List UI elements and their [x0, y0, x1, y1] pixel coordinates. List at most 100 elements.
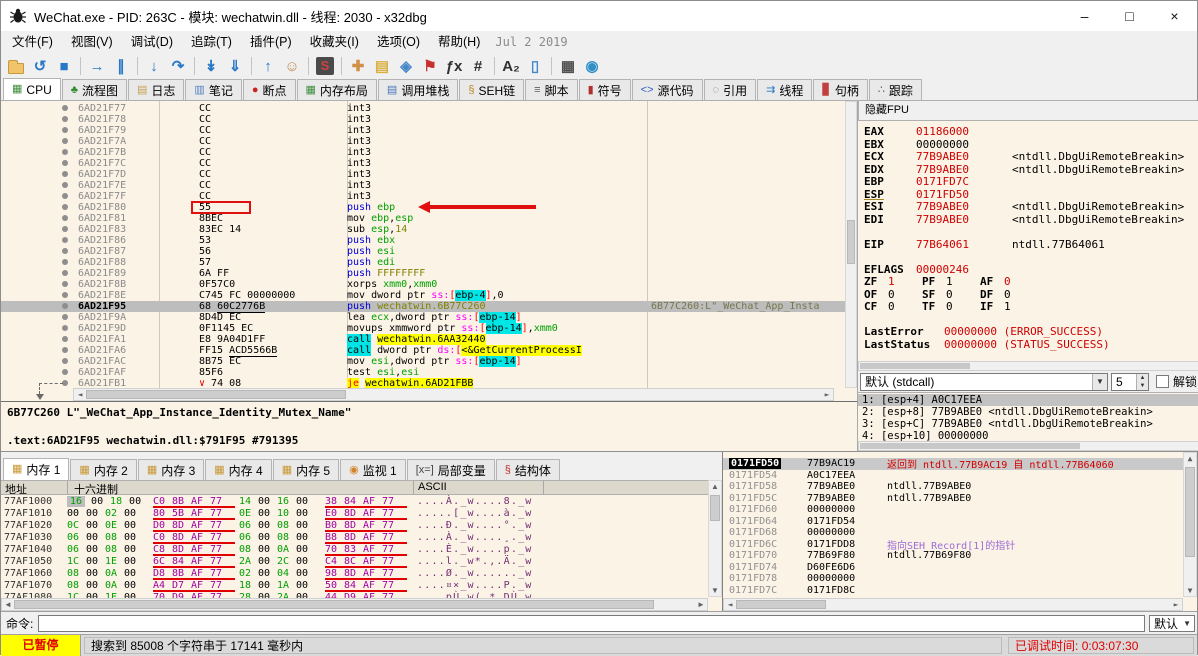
tab-cpu[interactable]: ▦ CPU: [3, 78, 61, 100]
trace-into-icon[interactable]: ↡: [200, 55, 222, 77]
argument-row[interactable]: 1: [esp+4] A0C17EEA: [858, 394, 1198, 406]
disasm-row[interactable]: 6AD21F8B 0F57C0 xorps xmm0,xmm0: [1, 279, 845, 290]
register-value[interactable]: 77B64061: [916, 238, 1012, 251]
disasm-row[interactable]: 6AD21F78 CC int3: [1, 114, 845, 125]
menu-item[interactable]: 选项(O): [368, 35, 429, 49]
register-value[interactable]: 77B9ABE0: [916, 200, 1012, 213]
breakpoint-dot-icon[interactable]: [57, 367, 73, 378]
stop-icon[interactable]: ■: [53, 55, 75, 77]
tab-log[interactable]: ▤ 日志: [127, 79, 185, 100]
bookmarks-icon[interactable]: ⚑: [419, 55, 441, 77]
register-value[interactable]: 0171FD7C: [916, 175, 1012, 188]
register-value[interactable]: 00000246: [916, 263, 1012, 276]
dump-row[interactable]: 77AF1040 06 00 08 00 C8 8D AF 77 08 00 0A 00 70 83 AF 77…: [1, 544, 722, 556]
dump-hscrollbar[interactable]: ◄ ►: [1, 598, 708, 611]
register-value[interactable]: 00000000 (STATUS_SUCCESS): [944, 338, 1110, 351]
restart-icon[interactable]: ↺: [29, 55, 51, 77]
flag-name[interactable]: PF: [922, 275, 946, 288]
command-input[interactable]: [38, 614, 1145, 632]
breakpoint-dot-icon[interactable]: [57, 191, 73, 202]
register-name[interactable]: LastStatus: [864, 338, 944, 351]
disasm-row[interactable]: 6AD21F7C CC int3: [1, 158, 845, 169]
register-name[interactable]: EBX: [864, 138, 916, 151]
calculator-icon[interactable]: ▦: [557, 55, 579, 77]
argument-row[interactable]: 2: [esp+8] 77B9ABE0 <ntdll.DbgUiRemoteBr…: [858, 406, 1198, 418]
breakpoint-dot-icon[interactable]: [57, 169, 73, 180]
tab-struct[interactable]: § 结构体: [495, 459, 560, 480]
dump-row[interactable]: 77AF1020 0C 00 0E 00 D0 8D AF 77 06 00 08 00 B0 8D AF 77…: [1, 520, 722, 532]
dump-row[interactable]: 77AF1060 08 00 0A 00 D8 8B AF 77 02 00 04 00 98 8D AF 77…: [1, 568, 722, 580]
functions-icon[interactable]: ƒx: [443, 55, 465, 77]
flag-name[interactable]: AF: [980, 275, 1004, 288]
disasm-row[interactable]: 6AD21F9D 0F1145 EC movups xmmword ptr ss:[…: [1, 323, 845, 334]
flag-value[interactable]: 0: [946, 300, 980, 313]
stack-hscrollbar[interactable]: ◄ ►: [723, 598, 1183, 611]
tab-dump-5[interactable]: ▦ 内存 5: [272, 459, 340, 480]
breakpoint-dot-icon[interactable]: [57, 147, 73, 158]
dump-row[interactable]: 77AF1070 08 00 0A 00 A4 D7 AF 77 18 00 1A 00 50 84 AF 77…: [1, 580, 722, 592]
disasm-row[interactable]: 6AD21F95 68 60C2776B push wechatwin.6B77C2…: [1, 301, 845, 313]
dump-row[interactable]: 77AF1050 1C 00 1E 00 6C 84 AF 77 2A 00 2C 00 C4 8C AF 77…: [1, 556, 722, 568]
breakpoint-dot-icon[interactable]: [57, 125, 73, 136]
menu-item[interactable]: 调试(D): [122, 35, 182, 49]
flag-name[interactable]: OF: [864, 288, 888, 301]
breakpoint-dot-icon[interactable]: [57, 268, 73, 279]
stack-pane[interactable]: 0171FD50 77B9AC19 返回到 ntdll.77B9AC19 自 ntd…: [723, 452, 1197, 611]
disasm-row[interactable]: 6AD21F83 83EC 14 sub esp,14: [1, 224, 845, 235]
az-icon[interactable]: A₂: [500, 55, 522, 77]
register-name[interactable]: EIP: [864, 238, 916, 251]
tab-notes[interactable]: ▥ 笔记: [185, 79, 242, 100]
stack-row[interactable]: 0171FD6C 0171FDD8 指向SEH_Record[1]的指针: [723, 539, 1197, 552]
register-name[interactable]: EAX: [864, 125, 916, 138]
tab-references[interactable]: ◌ 引用: [703, 79, 757, 100]
stack-vscrollbar[interactable]: ▲ ▼: [1183, 452, 1197, 597]
menu-item[interactable]: 追踪(T): [182, 35, 241, 49]
breakpoint-dot-icon[interactable]: [57, 213, 73, 224]
register-value[interactable]: 00000000: [916, 138, 1012, 151]
disasm-row[interactable]: 6AD21F87 56 push esi: [1, 246, 845, 257]
disassembly-pane[interactable]: 6AD21F77 CC int3 6AD21F78 CC int3 6AD21F79 CC in…: [1, 101, 858, 401]
tab-script[interactable]: ≡ 脚本: [525, 79, 578, 100]
argument-row[interactable]: 4: [esp+10] 00000000: [858, 430, 1198, 441]
breakpoint-dot-icon[interactable]: [57, 136, 73, 147]
dump-vscrollbar[interactable]: ▲ ▼: [708, 480, 722, 597]
menu-item[interactable]: 帮助(H): [429, 35, 489, 49]
register-value[interactable]: 77B9ABE0: [916, 213, 1012, 226]
arguments-view[interactable]: 1: [esp+4] A0C17EEA 2: [esp+8] 77B9ABE0 <…: [858, 392, 1198, 441]
breakpoint-dot-icon[interactable]: [57, 224, 73, 235]
globe-icon[interactable]: ◉: [581, 55, 603, 77]
unlock-checkbox[interactable]: [1155, 375, 1169, 388]
tab-handles[interactable]: ▊ 句柄: [813, 79, 868, 100]
tab-call-stack[interactable]: ▤ 调用堆栈: [377, 79, 459, 100]
tab-dump-4[interactable]: ▦ 内存 4: [205, 459, 272, 480]
disasm-vscrollbar[interactable]: [845, 101, 857, 388]
comments-icon[interactable]: ▤: [371, 55, 393, 77]
register-value[interactable]: 0171FD50: [916, 188, 1012, 201]
flag-name[interactable]: SF: [922, 288, 946, 301]
flag-name[interactable]: DF: [980, 288, 1004, 301]
breakpoint-dot-icon[interactable]: [57, 257, 73, 268]
stack-row[interactable]: 0171FD74 D60FE6D6: [723, 562, 1197, 574]
tab-breakpoints[interactable]: ● 断点: [242, 79, 296, 100]
register-value[interactable]: 00000000 (ERROR_SUCCESS): [944, 325, 1103, 338]
menu-item[interactable]: 收藏夹(I): [301, 35, 368, 49]
tab-locals[interactable]: [x=] 局部变量: [406, 459, 495, 480]
breakpoint-dot-icon[interactable]: [57, 246, 73, 257]
minimize-button[interactable]: –: [1062, 1, 1107, 31]
disasm-row[interactable]: 6AD21F7A CC int3: [1, 136, 845, 147]
breakpoint-dot-icon[interactable]: [57, 180, 73, 191]
disasm-row[interactable]: 6AD21F77 CC int3: [1, 103, 845, 114]
register-name[interactable]: EBP: [864, 175, 916, 188]
register-value[interactable]: 77B9ABE0: [916, 163, 1012, 176]
stack-row[interactable]: 0171FD50 77B9AC19 返回到 ntdll.77B9AC19 自 ntd…: [723, 458, 1197, 471]
disasm-hscrollbar[interactable]: ◄ ►: [73, 388, 834, 401]
disasm-row[interactable]: 6AD21F86 53 push ebx: [1, 235, 845, 246]
run-to-user-code-icon[interactable]: ☺: [281, 55, 303, 77]
disasm-row[interactable]: 6AD21FAF 85F6 test esi,esi: [1, 367, 845, 378]
stack-row[interactable]: 0171FD60 00000000: [723, 504, 1197, 516]
disasm-row[interactable]: 6AD21F81 8BEC mov ebp,esp: [1, 213, 845, 224]
breakpoint-dot-icon[interactable]: [57, 103, 73, 114]
disasm-row[interactable]: 6AD21F8E C745 FC 00000000 mov dword ptr ss…: [1, 290, 845, 301]
register-name[interactable]: LastError: [864, 325, 944, 338]
stack-row[interactable]: 0171FD58 77B9ABE0 ntdll.77B9ABE0: [723, 481, 1197, 493]
